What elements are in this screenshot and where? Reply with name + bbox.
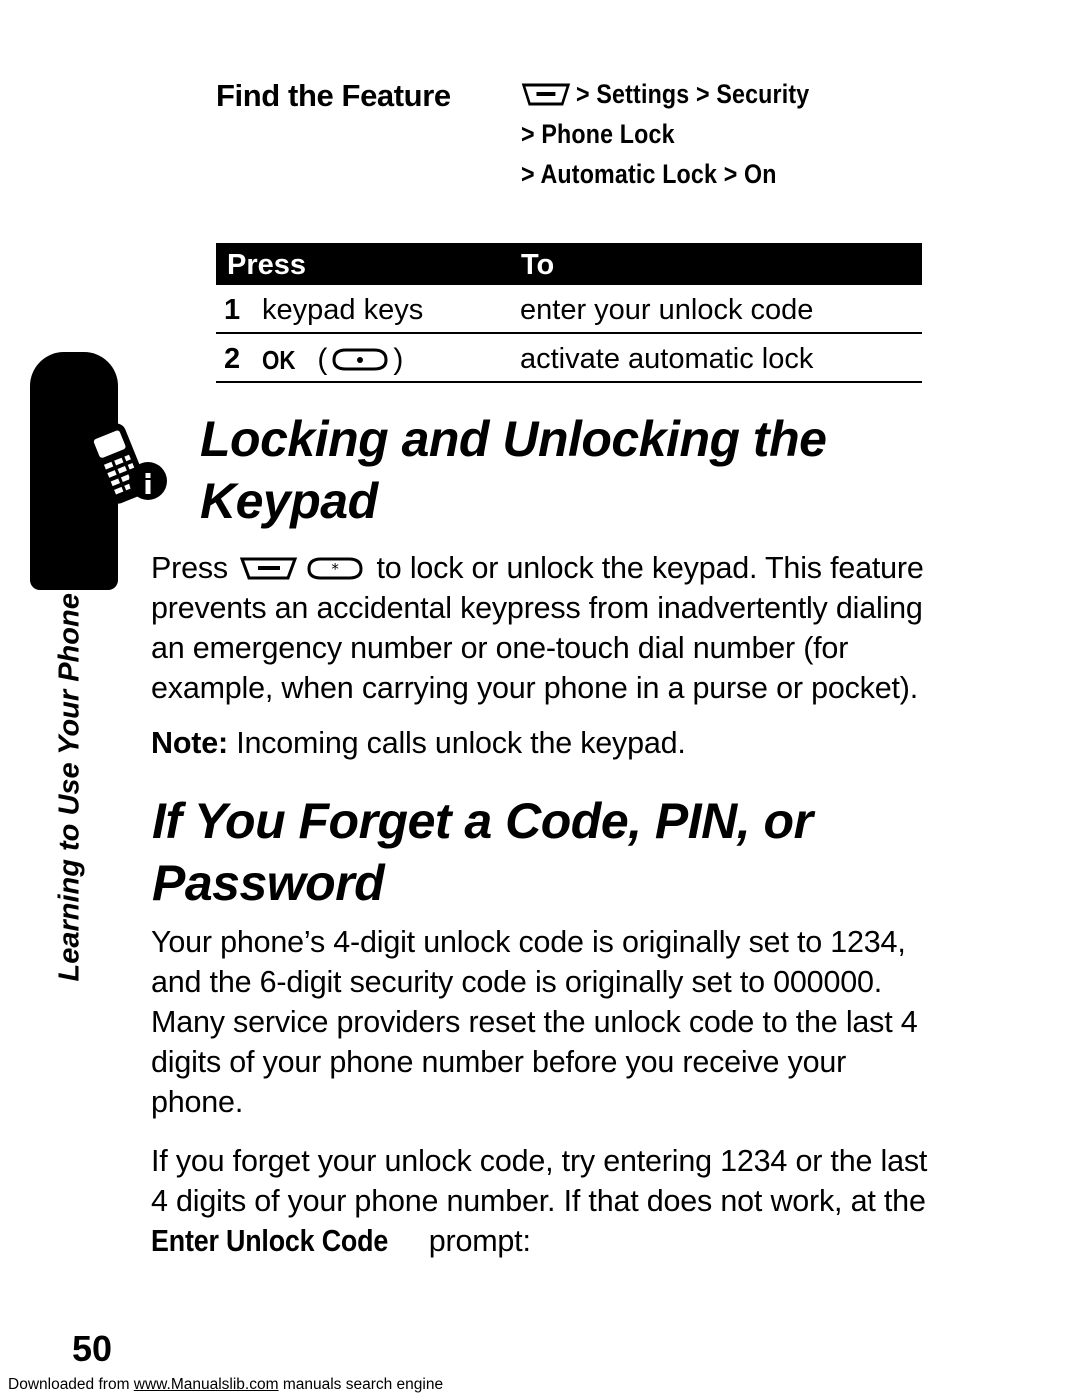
menu-key-icon xyxy=(521,82,571,107)
key-glyph-close-paren: ) xyxy=(393,343,404,376)
side-tab-label: Learning to Use Your Phone xyxy=(53,593,86,982)
menu-key-icon xyxy=(239,555,299,581)
step-press: keypad keys xyxy=(262,294,424,326)
star-key-icon: * xyxy=(305,555,365,581)
menu-path-text-1: > Settings > Security xyxy=(576,79,810,109)
step-number: 1 xyxy=(224,294,241,326)
paragraph-forget-instructions: If you forget your unlock code, try ente… xyxy=(151,1141,941,1261)
menu-path-line-2: > Phone Lock xyxy=(521,119,675,149)
step-press: OK ( ) xyxy=(262,343,403,377)
find-the-feature-label: Find the Feature xyxy=(216,78,451,113)
table-row: 2 OK ( ) activate automatic lock xyxy=(216,334,922,383)
svg-text:*: * xyxy=(332,560,340,578)
paragraph-prefix: Press xyxy=(151,551,237,585)
step-to: activate automatic lock xyxy=(520,343,814,375)
menu-path-line-1: > Settings > Security xyxy=(521,74,917,114)
step-to: enter your unlock code xyxy=(520,294,814,326)
enter-unlock-code-prompt-label: Enter Unlock Code xyxy=(151,1224,389,1258)
paragraph-default-codes: Your phone’s 4-digit unlock code is orig… xyxy=(151,925,918,1119)
page-title-locking: Locking and Unlocking the Keypad xyxy=(200,411,827,529)
paragraph-note: Note: Incoming calls unlock the keypad. xyxy=(151,723,941,763)
download-footer: Downloaded from www.Manualslib.com manua… xyxy=(0,1373,1080,1397)
phone-info-icon xyxy=(82,418,170,510)
manualslib-link[interactable]: www.Manualslib.com xyxy=(134,1376,279,1393)
press-to-table: Press To 1 keypad keys enter your unlock… xyxy=(216,243,922,383)
menu-path-line-3: > Automatic Lock > On xyxy=(521,159,777,189)
ok-key-label: OK xyxy=(262,345,296,375)
paragraph-press-to-lock: Press * to lock or unlock the keypad. Th… xyxy=(151,548,941,708)
footer-suffix: manuals search engine xyxy=(278,1376,444,1393)
page-number: 50 xyxy=(72,1328,113,1369)
instruction-text-after: prompt: xyxy=(420,1224,531,1258)
menu-path: > Settings > Security > Phone Lock > Aut… xyxy=(521,74,981,194)
footer-prefix: Downloaded from xyxy=(8,1376,134,1393)
instruction-text: If you forget your unlock code, try ente… xyxy=(151,1144,928,1218)
table-row: 1 keypad keys enter your unlock code xyxy=(216,285,922,334)
table-header-to: To xyxy=(521,249,555,281)
note-label: Note: xyxy=(151,726,228,760)
table-header-press: Press xyxy=(227,249,307,281)
step-number: 2 xyxy=(224,343,241,375)
center-select-key-icon xyxy=(330,346,390,372)
page-title-forget-code: If You Forget a Code, PIN, or Password xyxy=(152,793,813,911)
note-text: Incoming calls unlock the keypad. xyxy=(227,726,686,760)
key-glyph-open-paren: ( xyxy=(309,343,328,376)
table-header-row: Press To xyxy=(216,243,922,285)
